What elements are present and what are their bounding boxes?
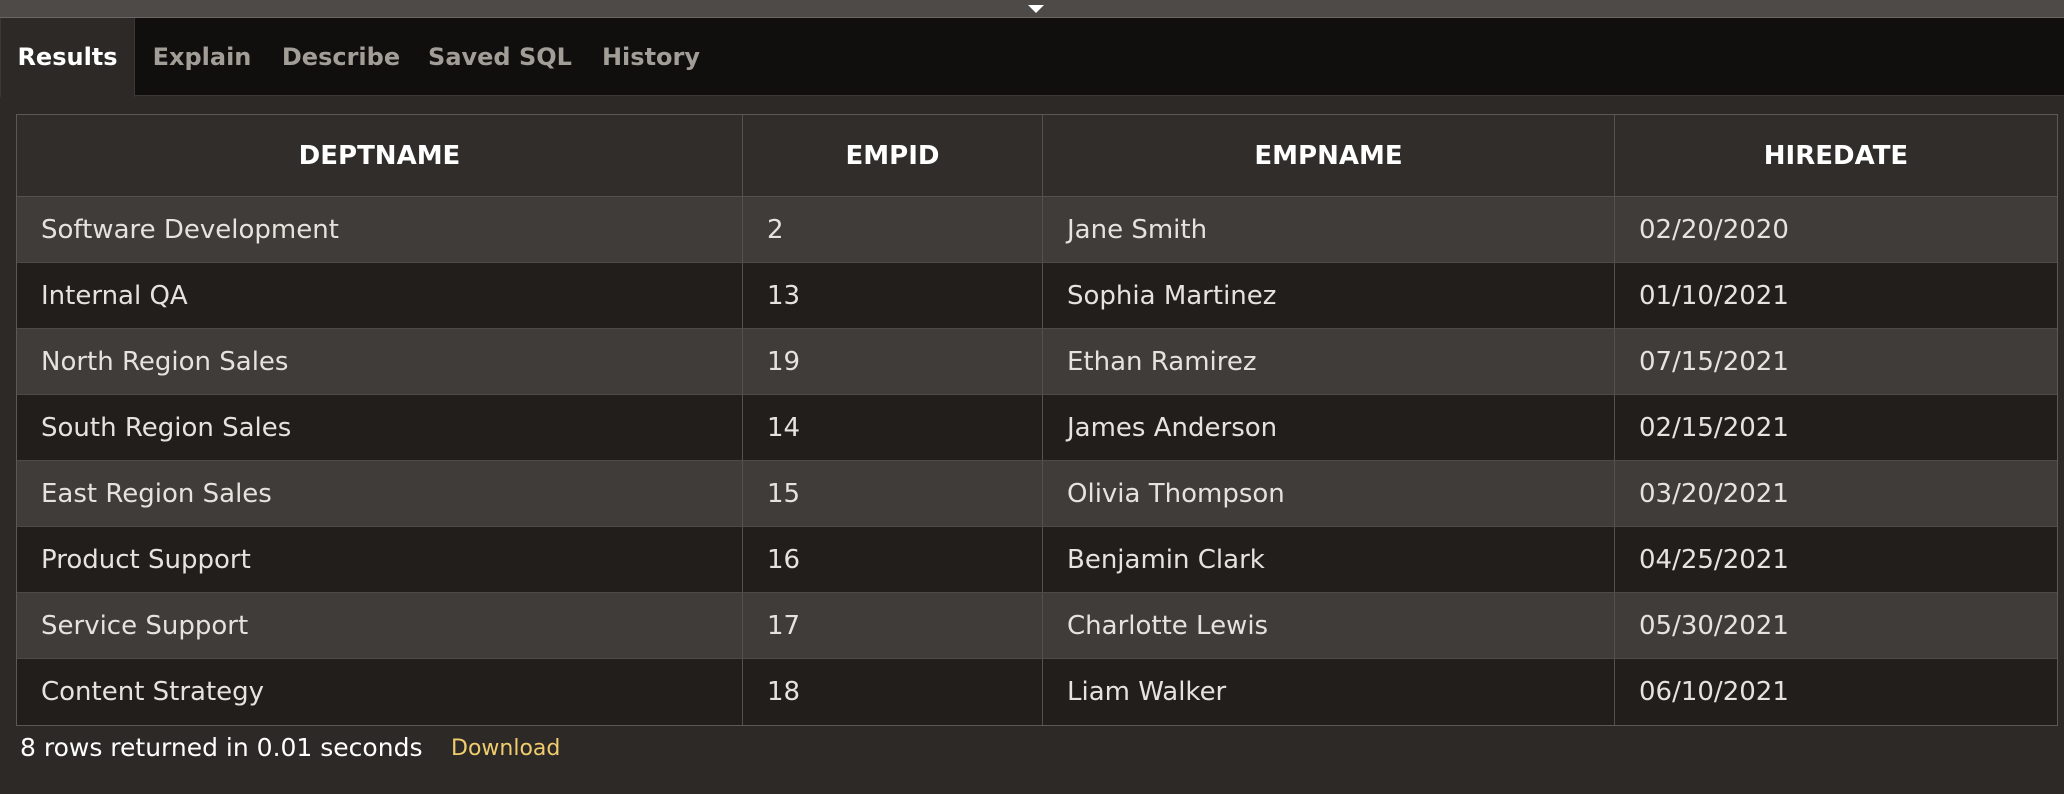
cell-empname: Ethan Ramirez	[1043, 329, 1615, 394]
cell-empid: 17	[743, 593, 1043, 658]
table-row: Service Support 17 Charlotte Lewis 05/30…	[17, 593, 2057, 659]
cell-empid: 14	[743, 395, 1043, 460]
table-row: South Region Sales 14 James Anderson 02/…	[17, 395, 2057, 461]
table-row: East Region Sales 15 Olivia Thompson 03/…	[17, 461, 2057, 527]
cell-hiredate: 05/30/2021	[1639, 610, 1789, 641]
cell-empid: 13	[743, 263, 1043, 328]
cell-empid: 16	[743, 527, 1043, 592]
cell-hiredate: 04/25/2021	[1639, 544, 1789, 575]
header-row: DEPTNAME EMPID EMPNAME HIREDATE	[17, 115, 2057, 197]
cell-empname: Sophia Martinez	[1043, 263, 1615, 328]
cell-deptname: Software Development	[17, 197, 743, 262]
cell-hiredate: 03/20/2021	[1639, 478, 1789, 509]
panel-splitter[interactable]	[0, 0, 2064, 18]
results-grid: DEPTNAME EMPID EMPNAME HIREDATE Software…	[16, 114, 2058, 726]
table-row: North Region Sales 19 Ethan Ramirez 07/1…	[17, 329, 2057, 395]
cell-empname: Benjamin Clark	[1043, 527, 1615, 592]
cell-deptname: East Region Sales	[17, 461, 743, 526]
cell-deptname: Product Support	[17, 527, 743, 592]
cell-hiredate: 01/10/2021	[1639, 280, 1789, 311]
cell-empname: James Anderson	[1043, 395, 1615, 460]
cell-deptname: Service Support	[17, 593, 743, 658]
tab-bar: Results Explain Describe Saved SQL Histo…	[0, 18, 2064, 97]
tab-describe[interactable]: Describe	[269, 18, 413, 96]
cell-empid: 18	[743, 659, 1043, 725]
tab-explain[interactable]: Explain	[135, 18, 269, 96]
column-header-deptname[interactable]: DEPTNAME	[17, 115, 743, 196]
cell-hiredate: 02/20/2020	[1639, 214, 1789, 245]
column-header-empname[interactable]: EMPNAME	[1043, 115, 1615, 196]
tab-saved-sql[interactable]: Saved SQL	[413, 18, 587, 96]
cell-empid: 2	[743, 197, 1043, 262]
caret-down-icon[interactable]	[1028, 5, 1044, 13]
table-row: Software Development 2 Jane Smith 02/20/…	[17, 197, 2057, 263]
column-header-empid[interactable]: EMPID	[743, 115, 1043, 196]
cell-hiredate: 07/15/2021	[1639, 346, 1789, 377]
cell-deptname: South Region Sales	[17, 395, 743, 460]
cell-empname: Olivia Thompson	[1043, 461, 1615, 526]
cell-empid: 15	[743, 461, 1043, 526]
download-link[interactable]: Download	[451, 735, 560, 763]
table-row: Product Support 16 Benjamin Clark 04/25/…	[17, 527, 2057, 593]
cell-empid: 19	[743, 329, 1043, 394]
column-header-hiredate[interactable]: HIREDATE	[1615, 115, 2057, 196]
cell-empname: Charlotte Lewis	[1043, 593, 1615, 658]
cell-deptname: Internal QA	[17, 263, 743, 328]
rows-returned-status: 8 rows returned in 0.01 seconds	[20, 733, 423, 762]
table-row: Content Strategy 18 Liam Walker 06/10/20…	[17, 659, 2057, 725]
cell-hiredate: 06/10/2021	[1639, 677, 1789, 707]
table-row: Internal QA 13 Sophia Martinez 01/10/202…	[17, 263, 2057, 329]
cell-empname: Liam Walker	[1043, 659, 1615, 725]
cell-hiredate: 02/15/2021	[1639, 412, 1789, 443]
cell-deptname: Content Strategy	[17, 659, 743, 725]
cell-deptname: North Region Sales	[17, 329, 743, 394]
tab-results[interactable]: Results	[0, 18, 135, 97]
cell-empname: Jane Smith	[1043, 197, 1615, 262]
tab-history[interactable]: History	[587, 18, 715, 96]
